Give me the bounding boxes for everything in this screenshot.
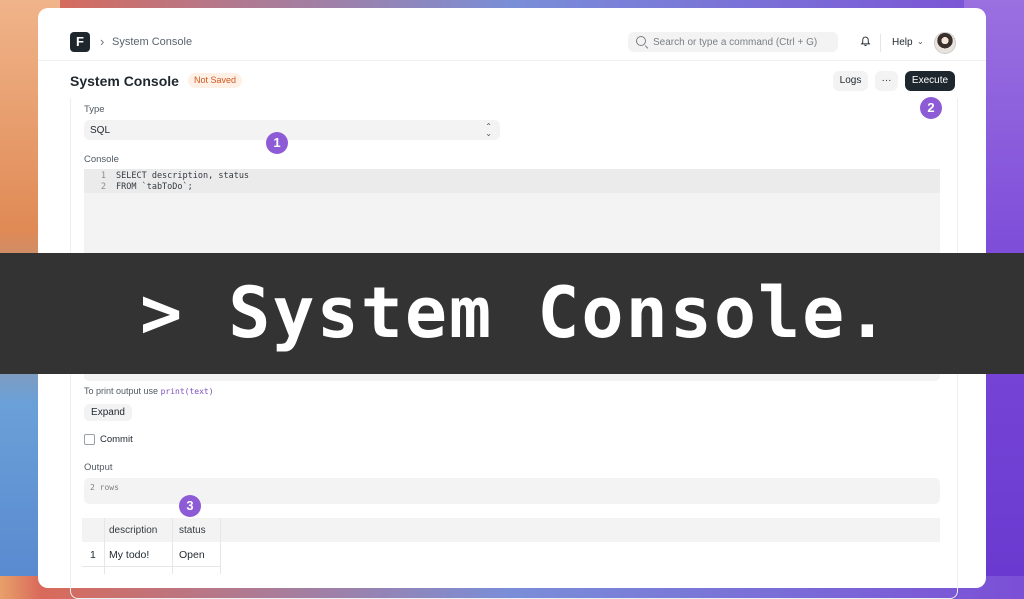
results-table: description status 1 My todo! Open (82, 518, 940, 588)
search-icon (636, 36, 646, 46)
banner-title: > System Console. (140, 272, 891, 354)
expand-button[interactable]: Expand (84, 404, 132, 421)
status-badge: Not Saved (188, 73, 243, 88)
output-text: 2 rows (90, 483, 119, 492)
page-title: System Console (70, 73, 179, 89)
select-chevron-icon: ⌃ ⌄ (485, 122, 492, 138)
app-logo-icon[interactable]: F (70, 32, 90, 52)
code-text: FROM `tabToDo`; (116, 182, 193, 192)
title-banner: > System Console. (0, 253, 1024, 374)
search-input[interactable]: Search or type a command (Ctrl + G) (653, 37, 817, 48)
bell-icon[interactable] (860, 36, 871, 47)
row-divider (82, 566, 220, 567)
print-hint: To print output use print(text) (84, 386, 214, 396)
help-menu[interactable]: Help (892, 37, 913, 48)
step-marker-3: 3 (179, 495, 201, 517)
search-bar[interactable]: Search or type a command (Ctrl + G) (628, 32, 838, 52)
commit-checkbox[interactable] (84, 434, 95, 445)
navbar-divider (880, 34, 881, 52)
logs-button[interactable]: Logs (833, 71, 868, 91)
row-index: 1 (90, 549, 96, 561)
code-line: 2 FROM `tabToDo`; (84, 182, 940, 193)
print-hint-text: To print output use (84, 386, 159, 396)
print-hint-code: print(text) (160, 387, 214, 396)
code-text: SELECT description, status (116, 171, 250, 181)
step-marker-2: 2 (920, 97, 942, 119)
type-select[interactable]: SQL ⌃ ⌄ (84, 120, 500, 140)
avatar[interactable] (934, 32, 956, 54)
output-label: Output (84, 462, 113, 473)
line-number: 2 (100, 182, 106, 192)
column-divider (220, 518, 221, 574)
line-number: 1 (100, 171, 106, 181)
table-header (82, 518, 940, 542)
step-marker-1: 1 (266, 132, 288, 154)
type-select-value: SQL (90, 125, 111, 136)
column-header-description[interactable]: description (109, 525, 157, 536)
more-actions-button[interactable]: ··· (875, 71, 898, 91)
type-label: Type (84, 104, 105, 115)
output-box: 2 rows (84, 478, 940, 504)
navbar: F › System Console Search or type a comm… (38, 8, 986, 61)
chevron-down-icon[interactable]: ⌄ (917, 37, 924, 46)
execute-button[interactable]: Execute (905, 71, 955, 91)
commit-label: Commit (100, 434, 133, 445)
console-label: Console (84, 154, 119, 165)
code-line: 1 SELECT description, status (84, 171, 940, 182)
breadcrumb[interactable]: System Console (112, 36, 192, 48)
cell-description: My todo! (109, 549, 150, 561)
chevron-right-icon: › (100, 34, 105, 49)
column-header-status[interactable]: status (179, 525, 206, 536)
cell-status: Open (179, 549, 205, 561)
